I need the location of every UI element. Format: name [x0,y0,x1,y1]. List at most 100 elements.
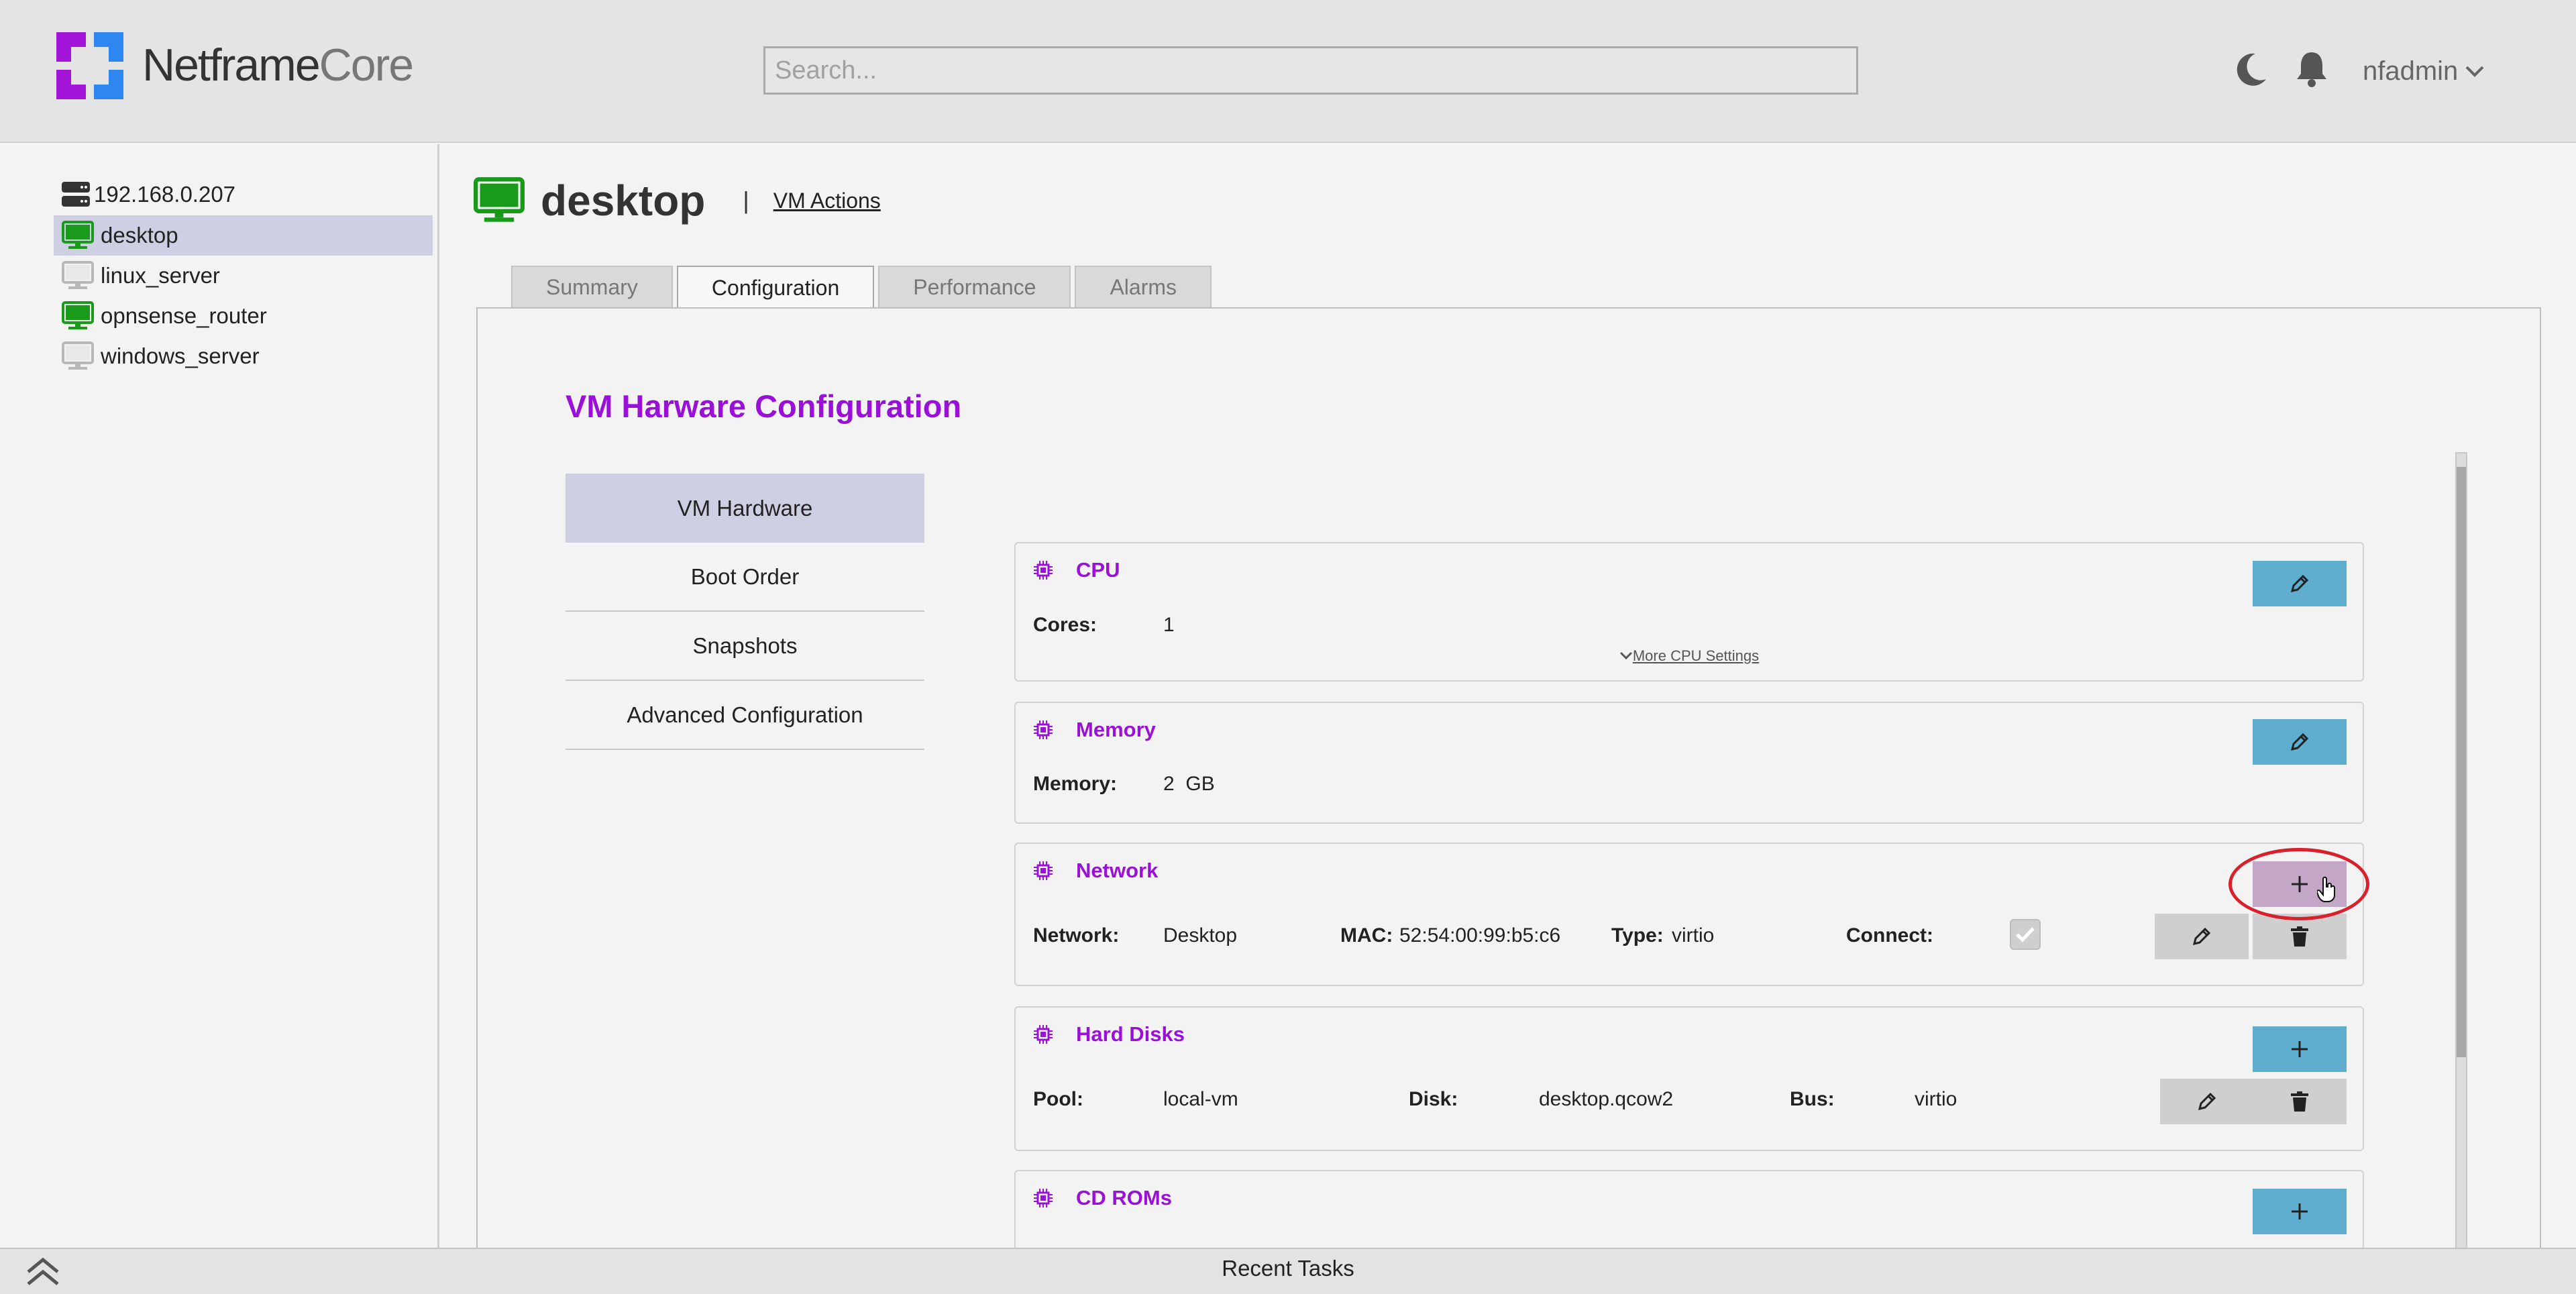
connect-field: Connect: [1846,924,1933,947]
monitor-icon [62,341,94,370]
plus-icon [2292,1203,2308,1220]
monitor-icon [62,261,94,289]
vm-name: desktop [541,176,706,225]
title-separator: | [743,186,749,214]
sidebar-item-linux-server[interactable]: linux_server [54,256,433,296]
plus-icon [2292,1041,2308,1057]
trash-icon [2291,1091,2308,1112]
memory-card-title: Memory [1033,718,1156,742]
cd-roms-card-title: CD ROMs [1033,1186,1172,1210]
cpu-card: CPU Cores: 1 More CPU Settings [1014,542,2364,682]
edit-cpu-button[interactable] [2253,561,2347,606]
tab-performance[interactable]: Performance [878,266,1071,307]
bus-field: Bus: [1790,1088,1835,1111]
cd-roms-card: CD ROMs [1014,1170,2364,1250]
username-label: nfadmin [2363,56,2459,86]
brand-main: Netframe [142,40,321,91]
bell-icon[interactable] [2294,50,2329,89]
inventory-sidebar: 192.168.0.207 desktop linux_server opnse… [0,144,439,1248]
mac-value: 52:54:00:99:b5:c6 [1399,924,1561,947]
type-label: Type: [1611,924,1664,947]
more-cpu-settings-label: More CPU Settings [1632,647,1760,664]
recent-tasks-bar: Recent Tasks [0,1248,2576,1294]
connect-checkbox[interactable] [2010,919,2041,950]
network-card-title: Network [1033,859,1158,883]
pool-label: Pool: [1033,1088,1083,1110]
mac-field: MAC: [1340,924,1393,947]
brand-accent: Core [319,40,414,91]
hard-disks-card-title: Hard Disks [1033,1022,1185,1046]
disk-label: Disk: [1409,1088,1458,1110]
mac-label: MAC: [1340,924,1393,947]
double-chevron-up-icon[interactable] [25,1257,60,1287]
network-label: Network: [1033,924,1120,947]
netframe-logo [56,32,123,99]
chevron-down-icon [1619,651,1632,660]
pencil-icon [2192,927,2211,946]
recent-tasks-label[interactable]: Recent Tasks [0,1256,2576,1281]
cpu-card-title: CPU [1033,558,1120,582]
vm-actions-link[interactable]: VM Actions [773,188,881,213]
hard-disks-card: Hard Disks Pool: local-vm Disk: desktop.… [1014,1006,2364,1151]
menu-vm-hardware[interactable]: VM Hardware [566,474,924,543]
plus-icon [2292,876,2308,892]
network-card: Network Network: Desktop MAC: 52:54:00:9… [1014,843,2364,986]
sidebar-item-windows-server[interactable]: windows_server [54,336,433,376]
memory-value: 2 GB [1163,773,1215,795]
sidebar-item-label: 192.168.0.207 [94,182,236,207]
sidebar-item-label: linux_server [101,263,220,288]
tab-summary[interactable]: Summary [511,266,673,307]
user-menu[interactable]: nfadmin [2363,56,2485,87]
sidebar-item-host[interactable]: 192.168.0.207 [54,174,433,215]
moon-icon[interactable] [2235,52,2267,87]
delete-network-button[interactable] [2253,914,2347,959]
menu-snapshots[interactable]: Snapshots [566,612,924,681]
connect-label: Connect: [1846,924,1933,947]
memory-title-label: Memory [1076,718,1156,741]
memory-label: Memory: [1033,773,1118,795]
type-field: Type: [1611,924,1664,947]
chevron-down-icon [2465,66,2484,77]
bus-label: Bus: [1790,1088,1835,1110]
sidebar-item-label: opnsense_router [101,303,267,328]
cpu-title-label: CPU [1076,558,1120,582]
search-input[interactable] [763,46,1858,95]
chip-icon [1034,861,1053,880]
cpu-cores-field: Cores: [1033,614,1097,637]
scrollbar-thumb[interactable] [2457,467,2466,1057]
cursor-hand-icon [2317,876,2335,902]
sidebar-item-desktop[interactable]: desktop [54,215,433,256]
chip-icon [1034,720,1053,739]
pencil-icon [2290,574,2309,593]
sidebar-item-opnsense-router[interactable]: opnsense_router [54,296,433,336]
top-header: NetframeCore nfadmin [0,0,2576,143]
cores-label: Cores: [1033,614,1097,636]
pencil-icon [2198,1092,2216,1111]
check-icon [2016,927,2035,942]
trash-icon [2291,926,2308,947]
delete-hard-disk-button[interactable] [2253,1079,2347,1124]
edit-hard-disk-button[interactable] [2160,1079,2254,1124]
type-value: virtio [1672,924,1715,947]
vm-title-row: desktop | VM Actions [474,176,881,225]
menu-boot-order[interactable]: Boot Order [566,543,924,612]
hard-disks-title-label: Hard Disks [1076,1022,1185,1046]
chip-icon [1034,561,1053,580]
edit-memory-button[interactable] [2253,719,2347,765]
tab-alarms[interactable]: Alarms [1075,266,1212,307]
edit-network-button[interactable] [2155,914,2249,959]
config-menu: VM Hardware Boot Order Snapshots Advance… [566,474,924,750]
cpu-cores-value: 1 [1163,614,1175,636]
more-cpu-settings-link[interactable]: More CPU Settings [1016,647,2363,665]
menu-advanced-configuration[interactable]: Advanced Configuration [566,681,924,750]
tab-configuration[interactable]: Configuration [676,266,875,309]
monitor-icon [474,177,525,222]
add-hard-disk-button[interactable] [2253,1026,2347,1072]
monitor-icon [62,301,94,329]
add-cd-rom-button[interactable] [2253,1189,2347,1234]
disk-field: Disk: [1409,1088,1458,1111]
network-name-field: Network: [1033,924,1119,947]
pencil-icon [2290,733,2309,751]
content-scrollbar[interactable] [2455,452,2467,1257]
memory-card: Memory Memory: 2 GB [1014,702,2364,824]
